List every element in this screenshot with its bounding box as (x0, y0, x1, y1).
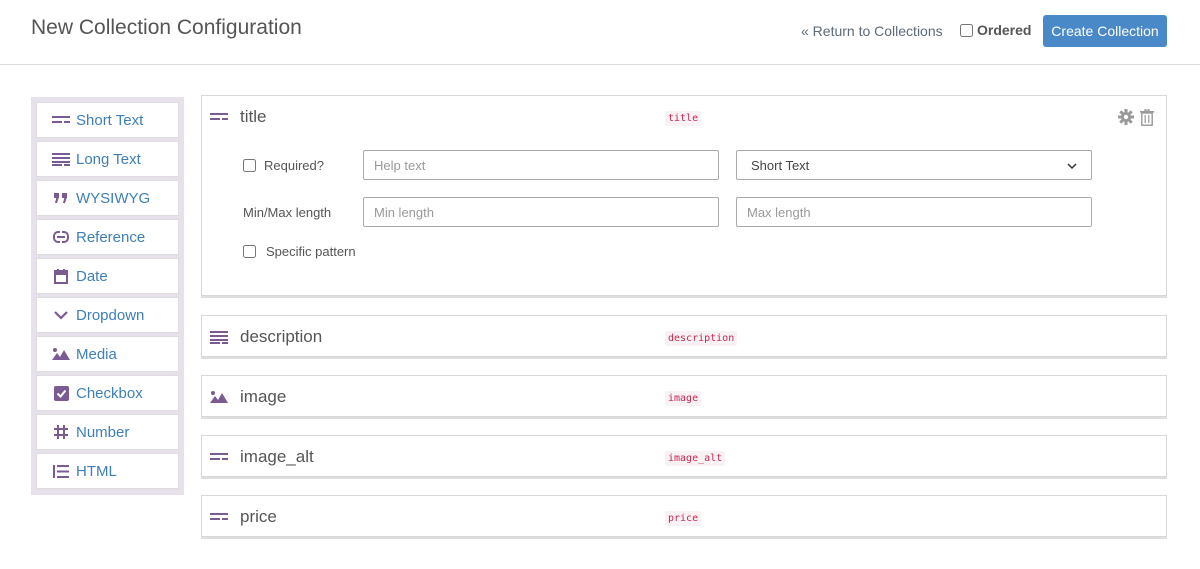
field-key-tag: image_alt (665, 451, 726, 466)
field-name: price (240, 507, 277, 526)
image-icon (52, 345, 70, 363)
ordered-toggle[interactable]: Ordered (960, 22, 1031, 38)
help-text-input[interactable] (363, 150, 719, 180)
sidebar-item-number[interactable]: Number (36, 414, 179, 450)
sidebar-item-label: Number (76, 423, 130, 441)
field-card-image[interactable]: image image (201, 375, 1167, 417)
long-text-icon (52, 150, 70, 168)
sidebar-item-label: HTML (76, 462, 117, 480)
sidebar-item-date[interactable]: Date (36, 258, 179, 294)
sidebar-item-html[interactable]: HTML (36, 453, 179, 489)
field-type-value: Short Text (751, 157, 810, 173)
hash-icon (52, 423, 70, 441)
field-card-price[interactable]: price price (201, 495, 1167, 537)
ordered-checkbox[interactable] (960, 23, 973, 37)
field-card-header[interactable]: description description (202, 316, 1166, 358)
header: New Collection Configuration « Return to… (0, 0, 1200, 65)
sidebar-item-wysiwyg[interactable]: WYSIWYG (36, 180, 179, 216)
field-name: title (240, 107, 267, 126)
min-max-length-label: Min/Max length (243, 205, 332, 220)
field-name: description (240, 327, 323, 346)
quote-icon (52, 189, 70, 207)
field-card-header[interactable]: image_alt image_alt (202, 436, 1166, 478)
sidebar-item-label: Short Text (76, 111, 144, 129)
page-title: New Collection Configuration (31, 16, 302, 39)
min-length-input[interactable] (363, 197, 719, 227)
field-card-title[interactable]: title title Required? Short Text Min/Max… (201, 95, 1167, 296)
short-text-icon (210, 108, 228, 126)
ordered-label: Ordered (977, 22, 1032, 38)
field-name: image (240, 387, 287, 406)
field-card-header[interactable]: image image (202, 376, 1166, 418)
short-text-icon (210, 508, 228, 526)
chevron-down-icon (52, 306, 70, 324)
field-key-tag: title (665, 111, 702, 126)
sidebar-item-label: Checkbox (76, 384, 143, 402)
field-card-description[interactable]: description description (201, 315, 1167, 357)
field-card-header[interactable]: price price (202, 496, 1166, 538)
specific-pattern-checkbox[interactable] (243, 245, 256, 258)
return-to-collections-link[interactable]: « Return to Collections (801, 23, 943, 39)
sidebar-item-label: Date (76, 267, 108, 285)
sidebar-item-label: WYSIWYG (76, 189, 151, 207)
sidebar-item-short-text[interactable]: Short Text (36, 102, 179, 138)
sidebar-item-label: Long Text (76, 150, 141, 168)
field-type-select[interactable]: Short Text (736, 150, 1092, 180)
short-text-icon (52, 111, 70, 129)
field-name: image_alt (240, 447, 314, 466)
required-checkbox[interactable] (243, 159, 256, 172)
long-text-icon (210, 328, 228, 346)
specific-pattern-option[interactable]: Specific pattern (243, 244, 356, 259)
sidebar-item-reference[interactable]: Reference (36, 219, 179, 255)
sidebar-item-media[interactable]: Media (36, 336, 179, 372)
image-icon (210, 388, 228, 406)
sidebar-item-long-text[interactable]: Long Text (36, 141, 179, 177)
link-icon (52, 228, 70, 246)
sidebar-item-label: Reference (76, 228, 146, 246)
sidebar-item-label: Media (76, 345, 117, 363)
required-option[interactable]: Required? (243, 158, 324, 173)
field-key-tag: image (665, 391, 702, 406)
sidebar-item-dropdown[interactable]: Dropdown (36, 297, 179, 333)
create-collection-button[interactable]: Create Collection (1043, 15, 1167, 47)
field-type-palette: Short Text Long Text WYSIWYG Reference D… (31, 97, 184, 495)
field-card-header[interactable]: title title (202, 96, 1166, 138)
field-card-image-alt[interactable]: image_alt image_alt (201, 435, 1167, 477)
field-key-tag: price (665, 511, 702, 526)
gear-icon[interactable] (1117, 107, 1135, 127)
required-label: Required? (264, 158, 324, 173)
sidebar-item-checkbox[interactable]: Checkbox (36, 375, 179, 411)
chevron-down-icon (1067, 158, 1077, 173)
short-text-icon (210, 448, 228, 466)
specific-pattern-label: Specific pattern (266, 244, 356, 259)
calendar-icon (52, 267, 70, 285)
list-icon (52, 462, 70, 480)
sidebar-item-label: Dropdown (76, 306, 145, 324)
max-length-input[interactable] (736, 197, 1092, 227)
field-key-tag: description (665, 331, 738, 346)
field-actions (1117, 107, 1156, 127)
trash-icon[interactable] (1138, 107, 1156, 127)
checkbox-icon (52, 384, 70, 402)
